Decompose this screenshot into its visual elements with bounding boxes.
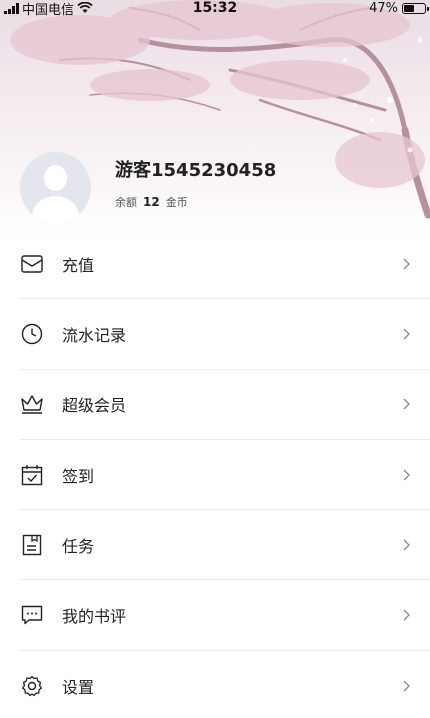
calendar-check-icon [20, 463, 44, 487]
menu-item-recharge[interactable]: 充值 [20, 229, 430, 300]
task-document-icon [20, 533, 44, 557]
chevron-right-icon [403, 398, 410, 410]
menu-item-label: 设置 [62, 677, 95, 697]
balance-unit: 金币 [165, 196, 188, 209]
menu-item-transaction-records[interactable]: 流水记录 [20, 299, 430, 370]
menu-item-label: 超级会员 [62, 396, 127, 416]
chevron-right-icon [403, 680, 410, 692]
status-right: 47% [369, 0, 429, 16]
chevron-right-icon [403, 469, 410, 480]
menu-item-label: 流水记录 [62, 325, 127, 345]
menu-list: 充值 流水记录 超级会员 签到 任务 我的书评 设置 [20, 229, 430, 718]
menu-item-label: 签到 [62, 466, 95, 486]
menu-item-check-in[interactable]: 签到 [20, 440, 430, 511]
menu-item-tasks[interactable]: 任务 [20, 510, 430, 581]
wallet-icon [20, 252, 44, 276]
status-time: 15:32 [192, 0, 238, 16]
username: 游客1545230458 [115, 160, 277, 181]
chevron-right-icon [403, 539, 410, 551]
avatar[interactable] [20, 152, 91, 223]
comment-icon [20, 603, 44, 627]
menu-item-label: 充值 [62, 255, 95, 275]
profile-card[interactable]: 游客1545230458 余额 12 金币 [20, 152, 420, 224]
battery-percent: 47% [369, 0, 398, 16]
chevron-right-icon [403, 258, 410, 270]
balance-label: 余额 [115, 196, 137, 209]
chevron-right-icon [403, 328, 410, 340]
battery-icon [402, 2, 429, 14]
chevron-right-icon [403, 609, 410, 621]
menu-item-label: 我的书评 [62, 607, 127, 627]
menu-item-my-reviews[interactable]: 我的书评 [20, 580, 430, 651]
balance-amount: 12 [143, 195, 160, 209]
menu-item-settings[interactable]: 设置 [20, 651, 430, 718]
menu-item-label: 任务 [62, 536, 95, 556]
clock-icon [20, 322, 44, 346]
crown-icon [20, 392, 44, 416]
menu-item-super-vip[interactable]: 超级会员 [20, 370, 430, 440]
status-bar: 中国电信 15:32 47% [0, 0, 430, 18]
gear-icon [20, 674, 44, 698]
balance-row: 余额 12 金币 [115, 194, 188, 210]
